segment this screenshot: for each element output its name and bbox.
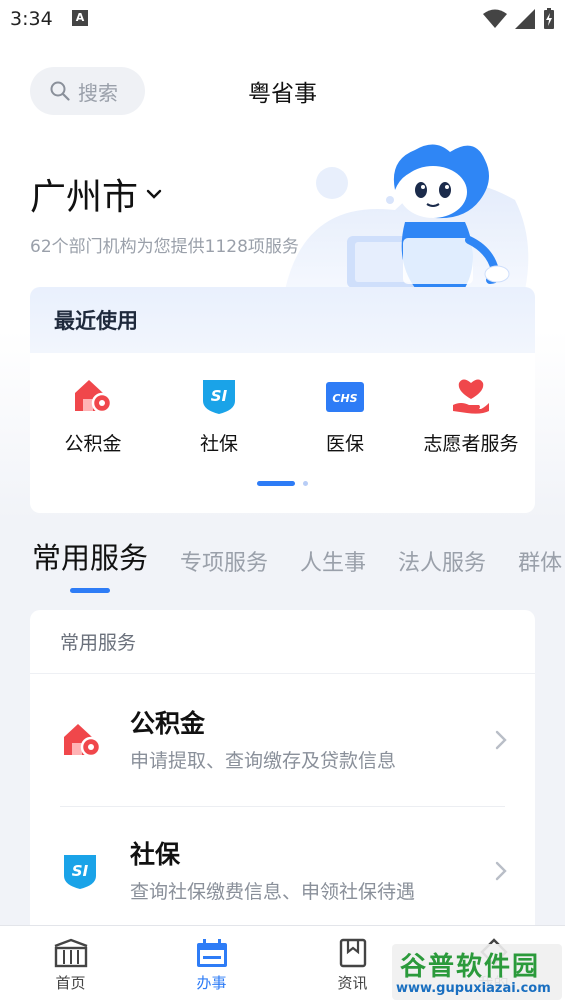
- recent-card: 最近使用 公积金 SI 社保 CHS 医保 志愿者服务: [30, 287, 535, 513]
- service-item-name: 公积金: [130, 709, 206, 738]
- nav-home[interactable]: 首页: [0, 926, 141, 1004]
- service-tabs: 常用服务 专项服务 人生事 法人服务 群体: [32, 535, 565, 595]
- house-coin-icon: [75, 380, 113, 414]
- recent-item-gongjijin[interactable]: 公积金: [30, 377, 156, 456]
- nav-home-label: 首页: [55, 974, 86, 992]
- service-item-name: 社保: [130, 840, 181, 869]
- svg-text:SI: SI: [211, 387, 228, 405]
- recent-item-label: 公积金: [64, 433, 122, 455]
- mascot-illustration: [285, 144, 529, 290]
- city-subtitle: 62个部门机构为您提供1128项服务: [30, 237, 299, 257]
- app-title: 粤省事: [248, 81, 317, 107]
- nav-services[interactable]: 办事: [141, 926, 282, 1004]
- recent-item-label: 医保: [325, 433, 364, 455]
- status-time: 3:34: [10, 8, 53, 30]
- chevron-right-icon: [495, 730, 507, 750]
- home-building-icon: [54, 938, 87, 968]
- heart-hand-icon: [453, 379, 489, 414]
- tab-legal-person-services[interactable]: 法人服务: [398, 545, 486, 595]
- service-card-header: 常用服务: [30, 610, 535, 674]
- recent-item-shebao[interactable]: SI 社保: [156, 377, 282, 456]
- si-shield-icon: SI: [203, 380, 235, 414]
- signal-icon: [515, 9, 535, 29]
- watermark-title: 谷普软件园: [400, 952, 541, 982]
- page-indicator: [257, 481, 308, 486]
- tab-common-services[interactable]: 常用服务: [32, 535, 148, 595]
- recent-item-volunteer[interactable]: 志愿者服务: [408, 377, 534, 456]
- chevron-right-icon: [495, 861, 507, 881]
- city-name: 广州市: [30, 177, 139, 218]
- recent-title: 最近使用: [30, 287, 535, 353]
- calendar-icon: [196, 939, 227, 967]
- status-icons: [483, 8, 555, 30]
- svg-text:SI: SI: [72, 862, 89, 880]
- recent-item-label: 社保: [199, 433, 238, 455]
- service-card: 常用服务 公积金 申请提取、查询缴存及贷款信息 SI 社保 查询社保缴费信息、申…: [30, 610, 535, 940]
- battery-icon: [544, 8, 554, 29]
- page-dot: [303, 481, 308, 486]
- status-bar: 3:34 A: [0, 0, 565, 40]
- tab-group[interactable]: 群体: [518, 545, 562, 595]
- notification-a-icon: A: [72, 10, 88, 26]
- svg-text:CHS: CHS: [332, 392, 357, 405]
- tab-special-services[interactable]: 专项服务: [180, 545, 268, 595]
- city-selector[interactable]: 广州市: [30, 168, 162, 220]
- chs-card-icon: CHS: [326, 382, 364, 412]
- tab-life-events[interactable]: 人生事: [300, 545, 366, 595]
- watermark: 谷普软件园 www.gupuxiazai.com: [392, 944, 562, 1000]
- recent-grid: 公积金 SI 社保 CHS 医保 志愿者服务: [30, 377, 535, 456]
- service-item-desc: 查询社保缴费信息、申领社保待遇: [130, 881, 416, 903]
- service-item-shebao[interactable]: SI 社保 查询社保缴费信息、申领社保待遇: [30, 807, 535, 937]
- wifi-icon: [483, 9, 507, 28]
- page-dot-active: [257, 481, 295, 486]
- recent-item-yibao[interactable]: CHS 医保: [282, 377, 408, 456]
- nav-news-label: 资讯: [337, 974, 368, 992]
- recent-item-label: 志愿者服务: [423, 433, 519, 455]
- watermark-url: www.gupuxiazai.com: [396, 981, 551, 996]
- service-item-gongjijin[interactable]: 公积金 申请提取、查询缴存及贷款信息: [30, 676, 535, 806]
- news-icon: [339, 938, 366, 968]
- chevron-down-icon: [146, 189, 162, 199]
- house-coin-icon: [64, 724, 102, 758]
- nav-services-label: 办事: [196, 974, 227, 992]
- si-shield-icon: SI: [64, 855, 96, 889]
- service-item-desc: 申请提取、查询缴存及贷款信息: [130, 750, 397, 772]
